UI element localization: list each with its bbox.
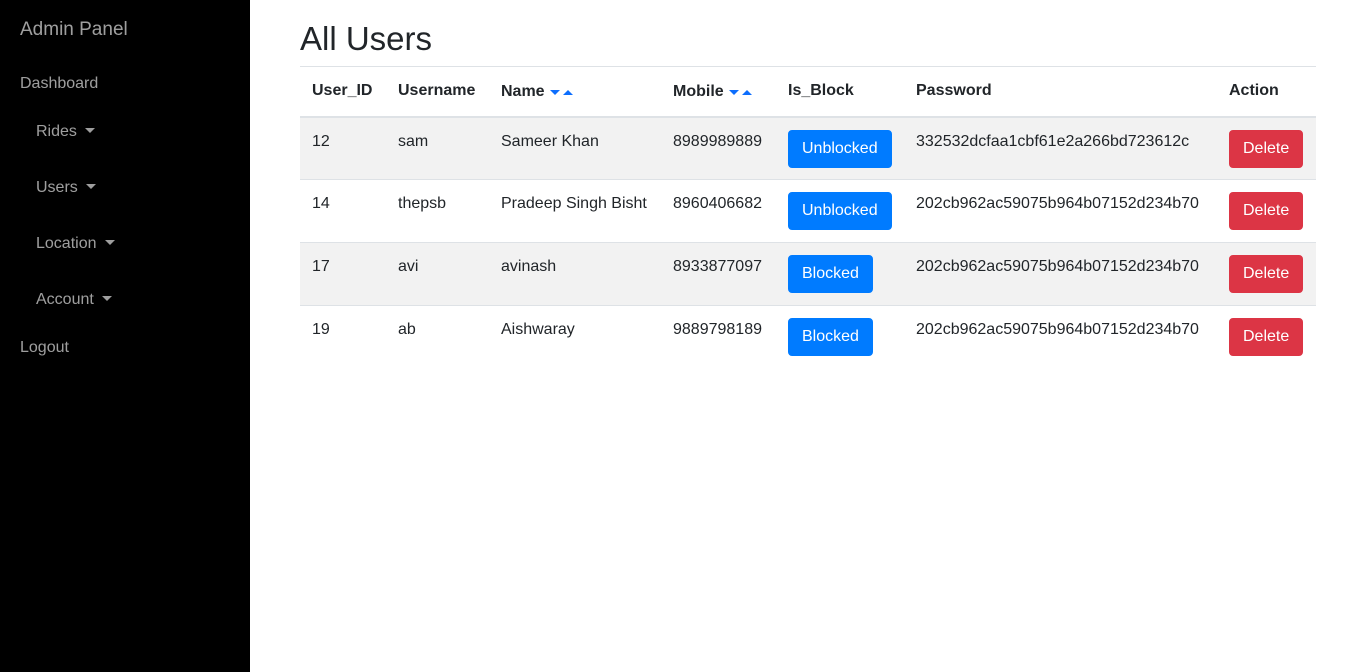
table-header-row: User_ID Username Name Mobile Is_Block Pa… xyxy=(300,66,1316,118)
sidebar-item-label: Users xyxy=(36,179,78,196)
cell-mobile: 8960406682 xyxy=(661,179,776,243)
cell-username: ab xyxy=(386,305,489,369)
sidebar-item-label: Logout xyxy=(20,339,69,356)
delete-button[interactable]: Delete xyxy=(1229,129,1304,168)
page-title: All Users xyxy=(300,20,433,57)
sidebar-item-label: Account xyxy=(36,291,94,308)
cell-action: Delete xyxy=(1217,305,1316,369)
sidebar-item-label: Location xyxy=(36,235,97,252)
cell-user-id: 12 xyxy=(300,116,386,180)
sort-asc-icon[interactable] xyxy=(741,89,752,95)
cell-user-id: 17 xyxy=(300,242,386,306)
column-header-action: Action xyxy=(1217,66,1316,118)
sidebar-item-location[interactable]: Location xyxy=(36,234,115,254)
column-header-username: Username xyxy=(386,66,489,118)
brand-title[interactable]: Admin Panel xyxy=(20,19,128,41)
column-header-name: Name xyxy=(489,66,661,118)
cell-user-id: 14 xyxy=(300,179,386,243)
block-toggle-button[interactable]: Unblocked xyxy=(788,129,892,168)
cell-username: avi xyxy=(386,242,489,306)
cell-name: Aishwaray xyxy=(489,305,661,369)
cell-mobile: 8989989889 xyxy=(661,116,776,180)
caret-down-icon xyxy=(104,240,115,245)
table-row: 19 ab Aishwaray 9889798189 Blocked 202cb… xyxy=(300,305,1316,369)
table-row: 14 thepsb Pradeep Singh Bisht 8960406682… xyxy=(300,179,1316,243)
cell-is-block: Unblocked xyxy=(776,179,904,243)
column-header-password: Password xyxy=(904,66,1217,118)
cell-action: Delete xyxy=(1217,116,1316,180)
cell-password: 202cb962ac59075b964b07152d234b70 xyxy=(904,179,1217,243)
cell-name: Pradeep Singh Bisht xyxy=(489,179,661,243)
block-toggle-button[interactable]: Unblocked xyxy=(788,192,892,230)
sort-desc-icon[interactable] xyxy=(728,89,739,95)
cell-user-id: 19 xyxy=(300,305,386,369)
sidebar-item-label: Dashboard xyxy=(20,75,99,92)
delete-button[interactable]: Delete xyxy=(1229,255,1304,293)
cell-is-block: Blocked xyxy=(776,305,904,369)
column-header-mobile: Mobile xyxy=(661,66,776,118)
caret-down-icon xyxy=(85,184,96,189)
sidebar-item-logout[interactable]: Logout xyxy=(20,338,69,358)
cell-is-block: Unblocked xyxy=(776,116,904,180)
cell-password: 332532dcfaa1cbf61e2a266bd723612c xyxy=(904,116,1217,180)
table-row: 12 sam Sameer Khan 8989989889 Unblocked … xyxy=(300,116,1316,180)
sidebar: Admin Panel Dashboard Rides Users Locati… xyxy=(0,0,250,672)
cell-password: 202cb962ac59075b964b07152d234b70 xyxy=(904,242,1217,306)
cell-mobile: 9889798189 xyxy=(661,305,776,369)
sidebar-item-users[interactable]: Users xyxy=(36,178,96,198)
cell-username: sam xyxy=(386,116,489,180)
cell-name: avinash xyxy=(489,242,661,306)
caret-down-icon xyxy=(84,128,95,133)
block-toggle-button[interactable]: Blocked xyxy=(788,255,873,293)
sidebar-item-dashboard[interactable]: Dashboard xyxy=(20,74,98,94)
column-header-user-id: User_ID xyxy=(300,66,386,118)
sidebar-item-account[interactable]: Account xyxy=(36,290,112,310)
sidebar-item-label: Rides xyxy=(36,123,77,140)
cell-password: 202cb962ac59075b964b07152d234b70 xyxy=(904,305,1217,369)
column-header-is-block: Is_Block xyxy=(776,66,904,118)
cell-mobile: 8933877097 xyxy=(661,242,776,306)
sort-asc-icon[interactable] xyxy=(562,89,573,95)
cell-username: thepsb xyxy=(386,179,489,243)
cell-name: Sameer Khan xyxy=(489,116,661,180)
delete-button[interactable]: Delete xyxy=(1229,318,1304,356)
delete-button[interactable]: Delete xyxy=(1229,192,1304,230)
sort-desc-icon[interactable] xyxy=(549,89,560,95)
cell-action: Delete xyxy=(1217,179,1316,243)
block-toggle-button[interactable]: Blocked xyxy=(788,318,873,356)
caret-down-icon xyxy=(101,296,112,301)
cell-is-block: Blocked xyxy=(776,242,904,306)
sidebar-item-rides[interactable]: Rides xyxy=(36,122,95,142)
cell-action: Delete xyxy=(1217,242,1316,306)
table-row: 17 avi avinash 8933877097 Blocked 202cb9… xyxy=(300,242,1316,306)
users-table: User_ID Username Name Mobile Is_Block Pa… xyxy=(300,66,1316,369)
